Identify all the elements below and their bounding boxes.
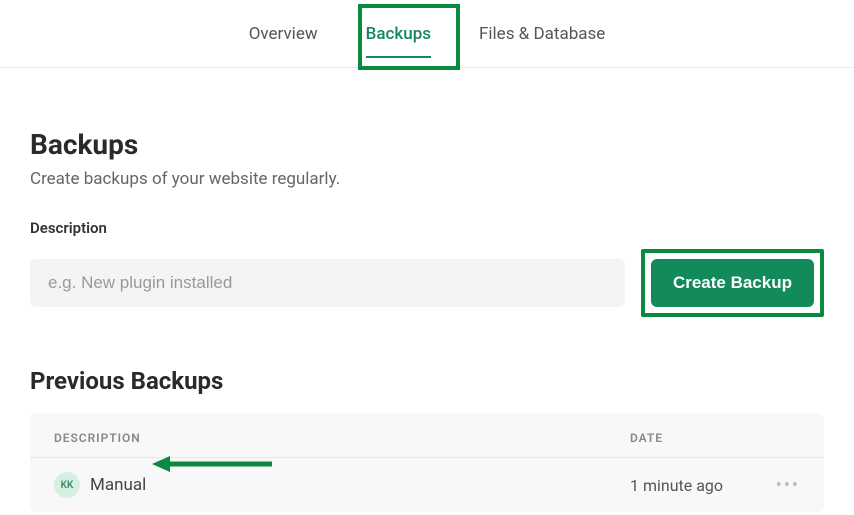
page-title: Backups: [30, 128, 824, 161]
description-input[interactable]: [30, 259, 625, 307]
tab-overview[interactable]: Overview: [249, 16, 318, 52]
create-backup-button[interactable]: Create Backup: [651, 259, 814, 307]
row-description: Manual: [90, 475, 630, 495]
tab-backups[interactable]: Backups: [366, 16, 431, 52]
page-subtitle: Create backups of your website regularly…: [30, 169, 824, 189]
description-label: Description: [30, 219, 824, 237]
col-date: DATE: [630, 431, 800, 445]
avatar: KK: [54, 472, 80, 498]
col-description: DESCRIPTION: [54, 431, 630, 445]
table-row[interactable]: KK Manual 1 minute ago •••: [30, 458, 824, 512]
previous-backups-title: Previous Backups: [30, 367, 824, 395]
row-actions-icon[interactable]: •••: [770, 475, 800, 496]
row-date: 1 minute ago: [630, 476, 770, 495]
tabs-nav: Overview Backups Files & Database: [0, 0, 854, 68]
tab-files-database[interactable]: Files & Database: [479, 16, 605, 52]
previous-backups-table: DESCRIPTION DATE KK Manual 1 minute ago …: [30, 413, 824, 512]
highlight-box-button: Create Backup: [641, 249, 824, 317]
